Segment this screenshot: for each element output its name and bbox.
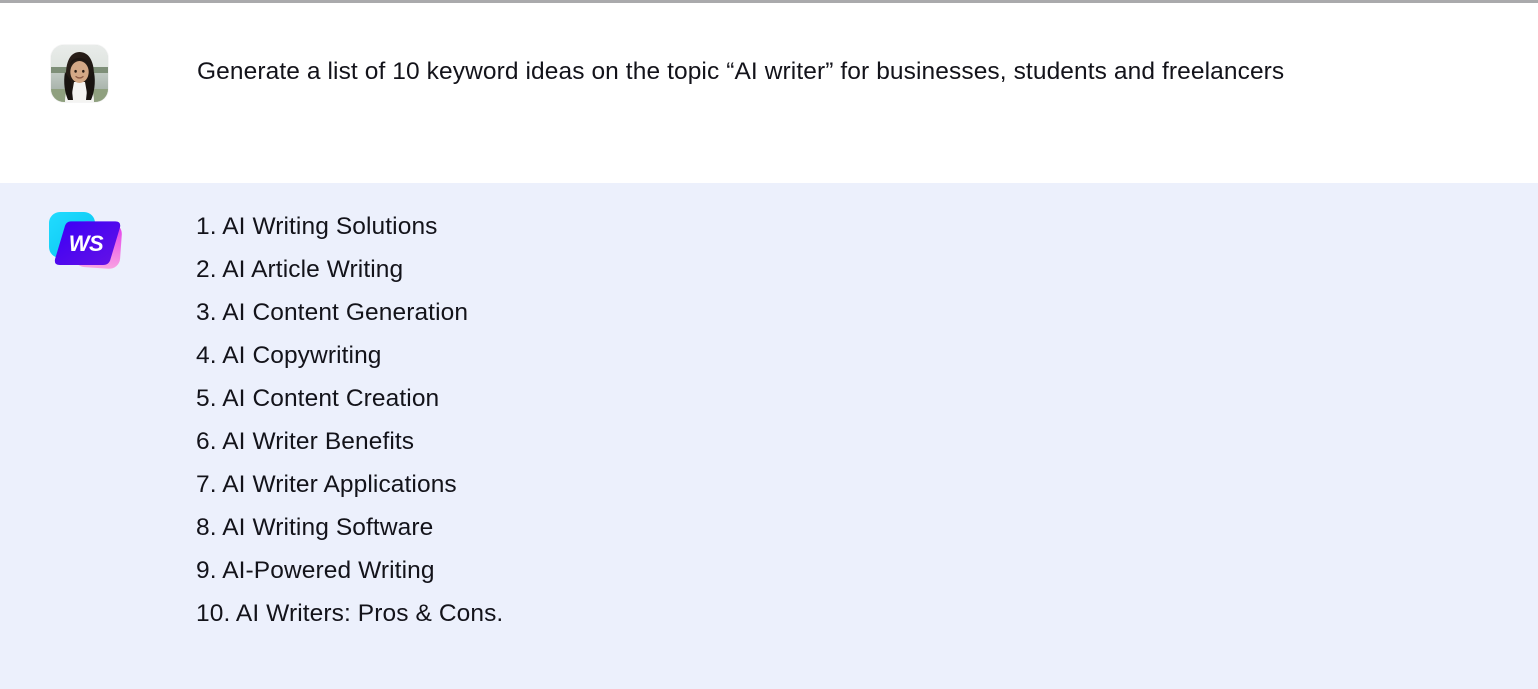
list-item: 1. AI Writing Solutions	[196, 213, 438, 240]
avatar	[51, 45, 108, 102]
keyword-ideas-list: 1. AI Writing Solutions 2. AI Article Wr…	[196, 205, 1476, 635]
list-item: 9. AI-Powered Writing	[196, 557, 435, 584]
assistant-message-block: WS 1. AI Writing Solutions 2. AI Article…	[0, 183, 1538, 689]
list-item: 10. AI Writers: Pros & Cons.	[196, 600, 504, 627]
user-prompt-text: Generate a list of 10 keyword ideas on t…	[197, 58, 1285, 85]
user-message-block: Generate a list of 10 keyword ideas on t…	[0, 3, 1538, 183]
list-item: 4. AI Copywriting	[196, 342, 382, 369]
list-item: 3. AI Content Generation	[196, 299, 469, 326]
list-item: 8. AI Writing Software	[196, 514, 434, 541]
ws-logo-text: WS	[69, 231, 104, 256]
list-item: 2. AI Article Writing	[196, 256, 404, 283]
ws-writesonic-logo-icon: WS	[47, 203, 123, 279]
list-item: 5. AI Content Creation	[196, 385, 440, 412]
chat-transcript: Generate a list of 10 keyword ideas on t…	[0, 0, 1538, 689]
list-item: 6. AI Writer Benefits	[196, 428, 415, 455]
list-item: 7. AI Writer Applications	[196, 471, 457, 498]
